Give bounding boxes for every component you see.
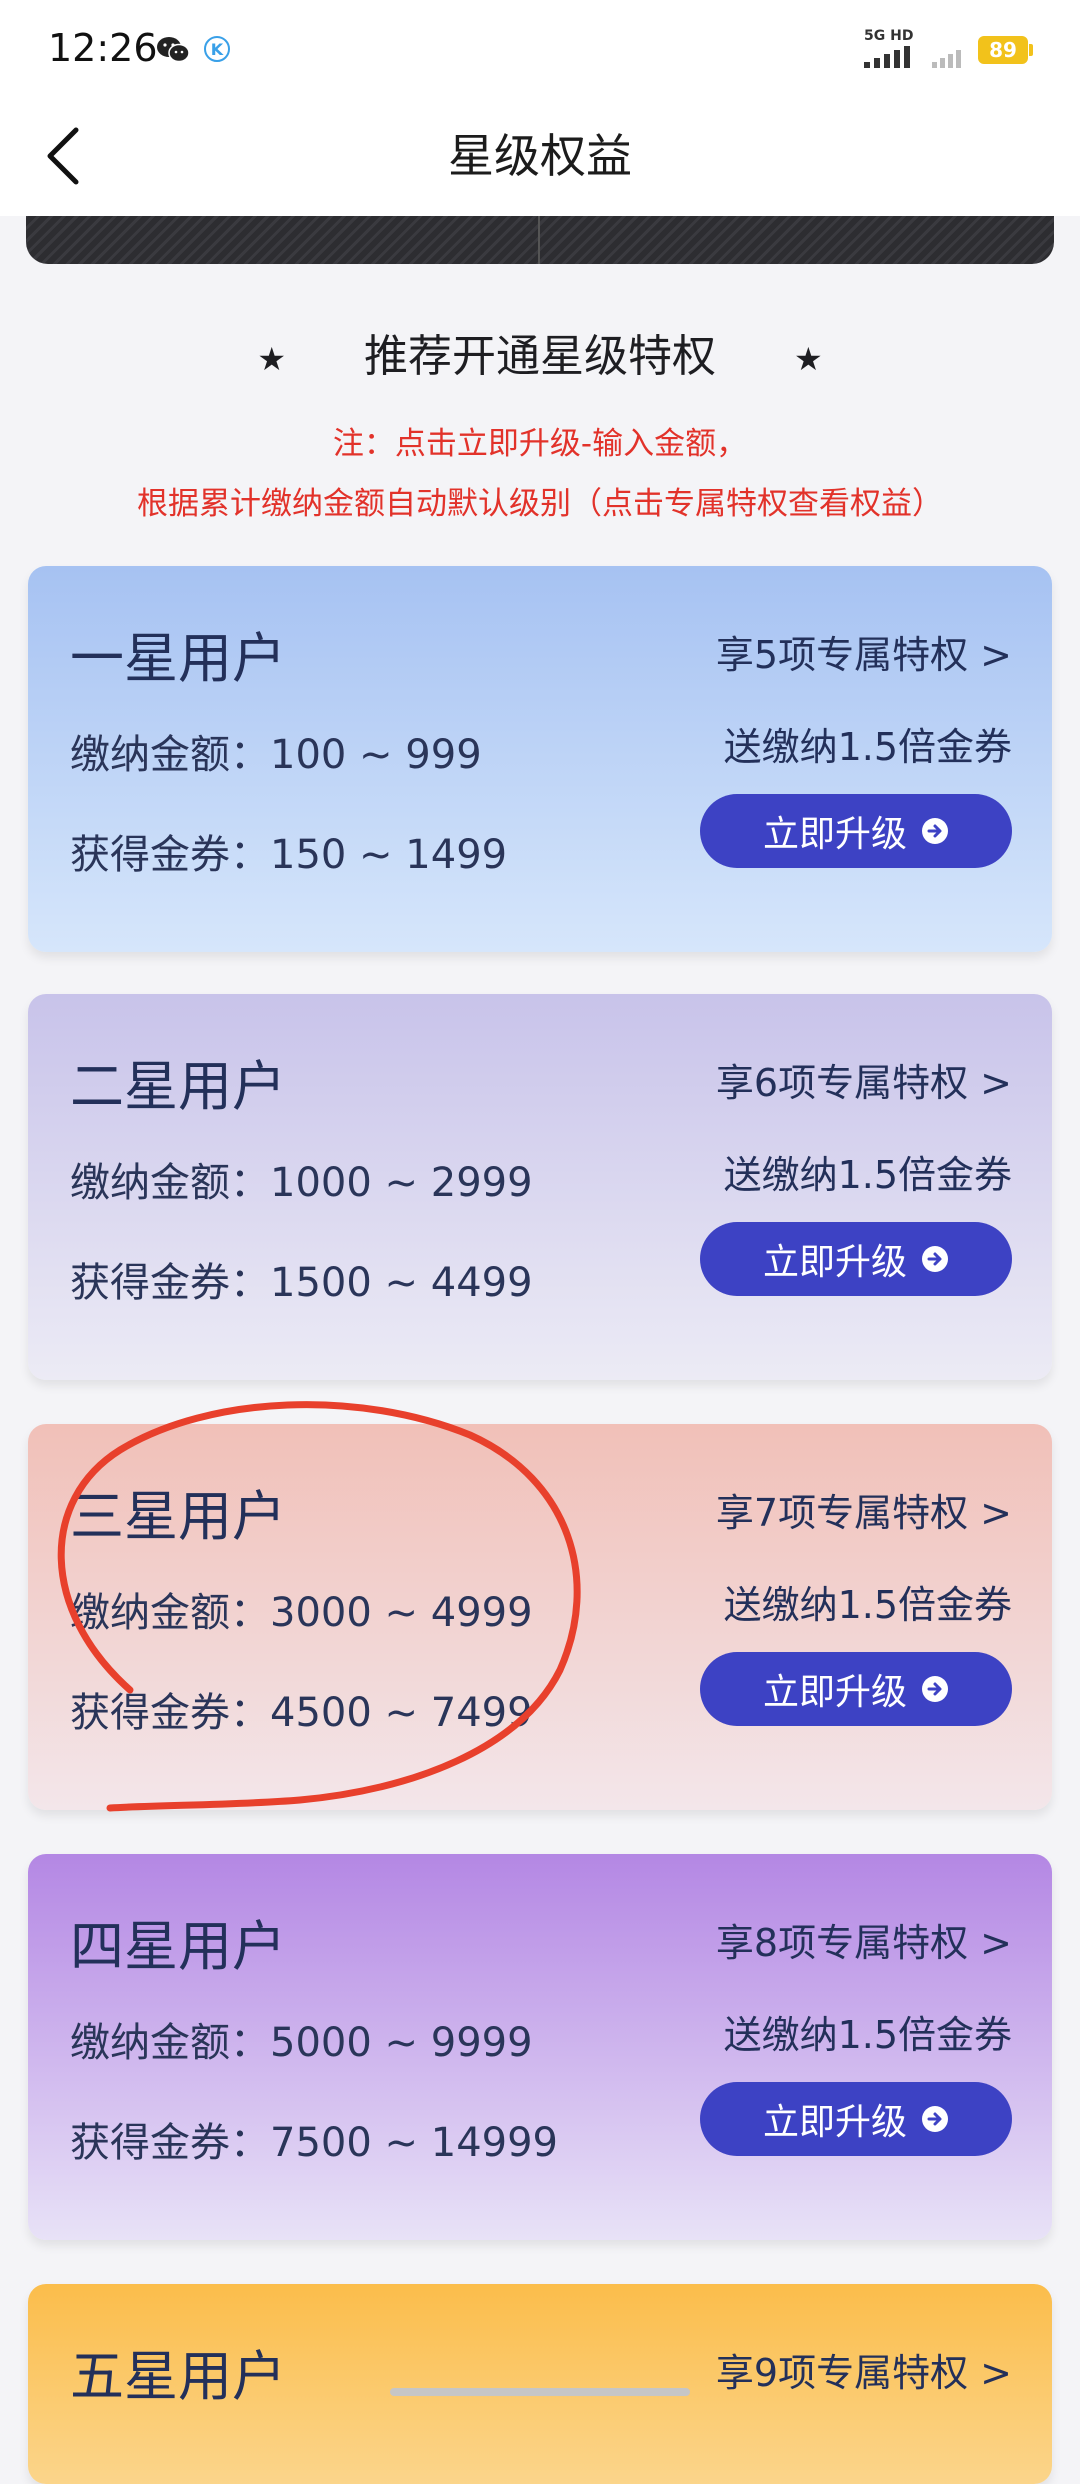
arrow-right-circle-icon bbox=[922, 1676, 948, 1702]
note-line-2: 根据累计缴纳金额自动默认级别（点击专属特权查看权益） bbox=[137, 486, 943, 522]
tier-pay-range: 缴纳金额：1000 ~ 2999 bbox=[70, 1160, 533, 1206]
battery-tip bbox=[1029, 44, 1033, 56]
tier-coupon-range: 获得金券：1500 ~ 4499 bbox=[70, 1260, 533, 1306]
signal-icon bbox=[864, 46, 910, 68]
note-line-1: 注：点击立即升级-输入金额， bbox=[332, 426, 748, 462]
back-arrow-icon[interactable] bbox=[42, 124, 88, 188]
tier-card-3: 三星用户 缴纳金额：3000 ~ 4999 获得金券：4500 ~ 7499 享… bbox=[28, 1424, 1052, 1810]
upgrade-button[interactable]: 立即升级 bbox=[700, 794, 1012, 868]
header: 星级权益 bbox=[0, 96, 1080, 216]
tier-bonus: 送缴纳1.5倍金券 bbox=[723, 725, 1012, 769]
tier-card-4: 四星用户 缴纳金额：5000 ~ 9999 获得金券：7500 ~ 14999 … bbox=[28, 1854, 1052, 2240]
tier-privilege-link[interactable]: 享6项专属特权 > bbox=[716, 1052, 1012, 1107]
arrow-right-circle-icon bbox=[922, 2106, 948, 2132]
signal-icon-secondary bbox=[932, 50, 961, 68]
tier-name: 一星用户 bbox=[70, 627, 286, 690]
tier-bonus: 送缴纳1.5倍金券 bbox=[723, 1583, 1012, 1627]
star-icon: ★ bbox=[794, 340, 823, 378]
tier-privilege-link[interactable]: 享7项专属特权 > bbox=[716, 1482, 1012, 1537]
tier-name: 五星用户 bbox=[70, 2345, 286, 2408]
tier-pay-range: 缴纳金额：100 ~ 999 bbox=[70, 732, 482, 778]
tier-card-2: 二星用户 缴纳金额：1000 ~ 2999 获得金券：1500 ~ 4499 享… bbox=[28, 994, 1052, 1380]
upgrade-button[interactable]: 立即升级 bbox=[700, 1222, 1012, 1296]
tier-card-1: 一星用户 缴纳金额：100 ~ 999 获得金券：150 ~ 1499 享5项专… bbox=[28, 566, 1052, 952]
recommend-title-row: ★ 推荐开通星级特权 ★ bbox=[0, 320, 1080, 384]
upgrade-button[interactable]: 立即升级 bbox=[700, 1652, 1012, 1726]
upgrade-button[interactable]: 立即升级 bbox=[700, 2082, 1012, 2156]
gesture-bar[interactable] bbox=[390, 2388, 690, 2396]
arrow-right-circle-icon bbox=[922, 818, 948, 844]
tier-coupon-range: 获得金券：150 ~ 1499 bbox=[70, 832, 508, 878]
tier-name: 四星用户 bbox=[70, 1915, 286, 1978]
tier-pay-range: 缴纳金额：5000 ~ 9999 bbox=[70, 2020, 533, 2066]
battery-icon: 89 bbox=[978, 36, 1028, 64]
tier-name: 三星用户 bbox=[70, 1485, 286, 1548]
tier-coupon-range: 获得金券：7500 ~ 14999 bbox=[70, 2120, 558, 2166]
k-app-icon: K bbox=[204, 36, 230, 62]
tier-privilege-link[interactable]: 享9项专属特权 > bbox=[716, 2342, 1012, 2397]
upgrade-button-label: 立即升级 bbox=[762, 1242, 907, 1283]
network-label: 5G HD bbox=[864, 28, 914, 44]
tier-privilege-link[interactable]: 享5项专属特权 > bbox=[716, 624, 1012, 679]
wechat-icon bbox=[157, 37, 190, 63]
tier-name: 二星用户 bbox=[70, 1055, 286, 1118]
page-title: 星级权益 bbox=[448, 129, 632, 183]
status-time: 12:26 bbox=[48, 26, 158, 70]
upgrade-button-label: 立即升级 bbox=[762, 814, 907, 855]
arrow-right-circle-icon bbox=[922, 1246, 948, 1272]
tier-coupon-range: 获得金券：4500 ~ 7499 bbox=[70, 1690, 533, 1736]
tier-card-5: 五星用户 享9项专属特权 > bbox=[28, 2284, 1052, 2484]
tier-bonus: 送缴纳1.5倍金券 bbox=[723, 2013, 1012, 2057]
tier-privilege-link[interactable]: 享8项专属特权 > bbox=[716, 1912, 1012, 1967]
tier-bonus: 送缴纳1.5倍金券 bbox=[723, 1153, 1012, 1197]
recommend-title: 推荐开通星级特权 bbox=[364, 331, 716, 382]
upgrade-button-label: 立即升级 bbox=[762, 1672, 907, 1713]
tier-pay-range: 缴纳金额：3000 ~ 4999 bbox=[70, 1590, 533, 1636]
upgrade-button-label: 立即升级 bbox=[762, 2102, 907, 2143]
status-bar: 12:26 K 5G HD 89 bbox=[0, 0, 1080, 96]
star-icon: ★ bbox=[257, 340, 286, 378]
